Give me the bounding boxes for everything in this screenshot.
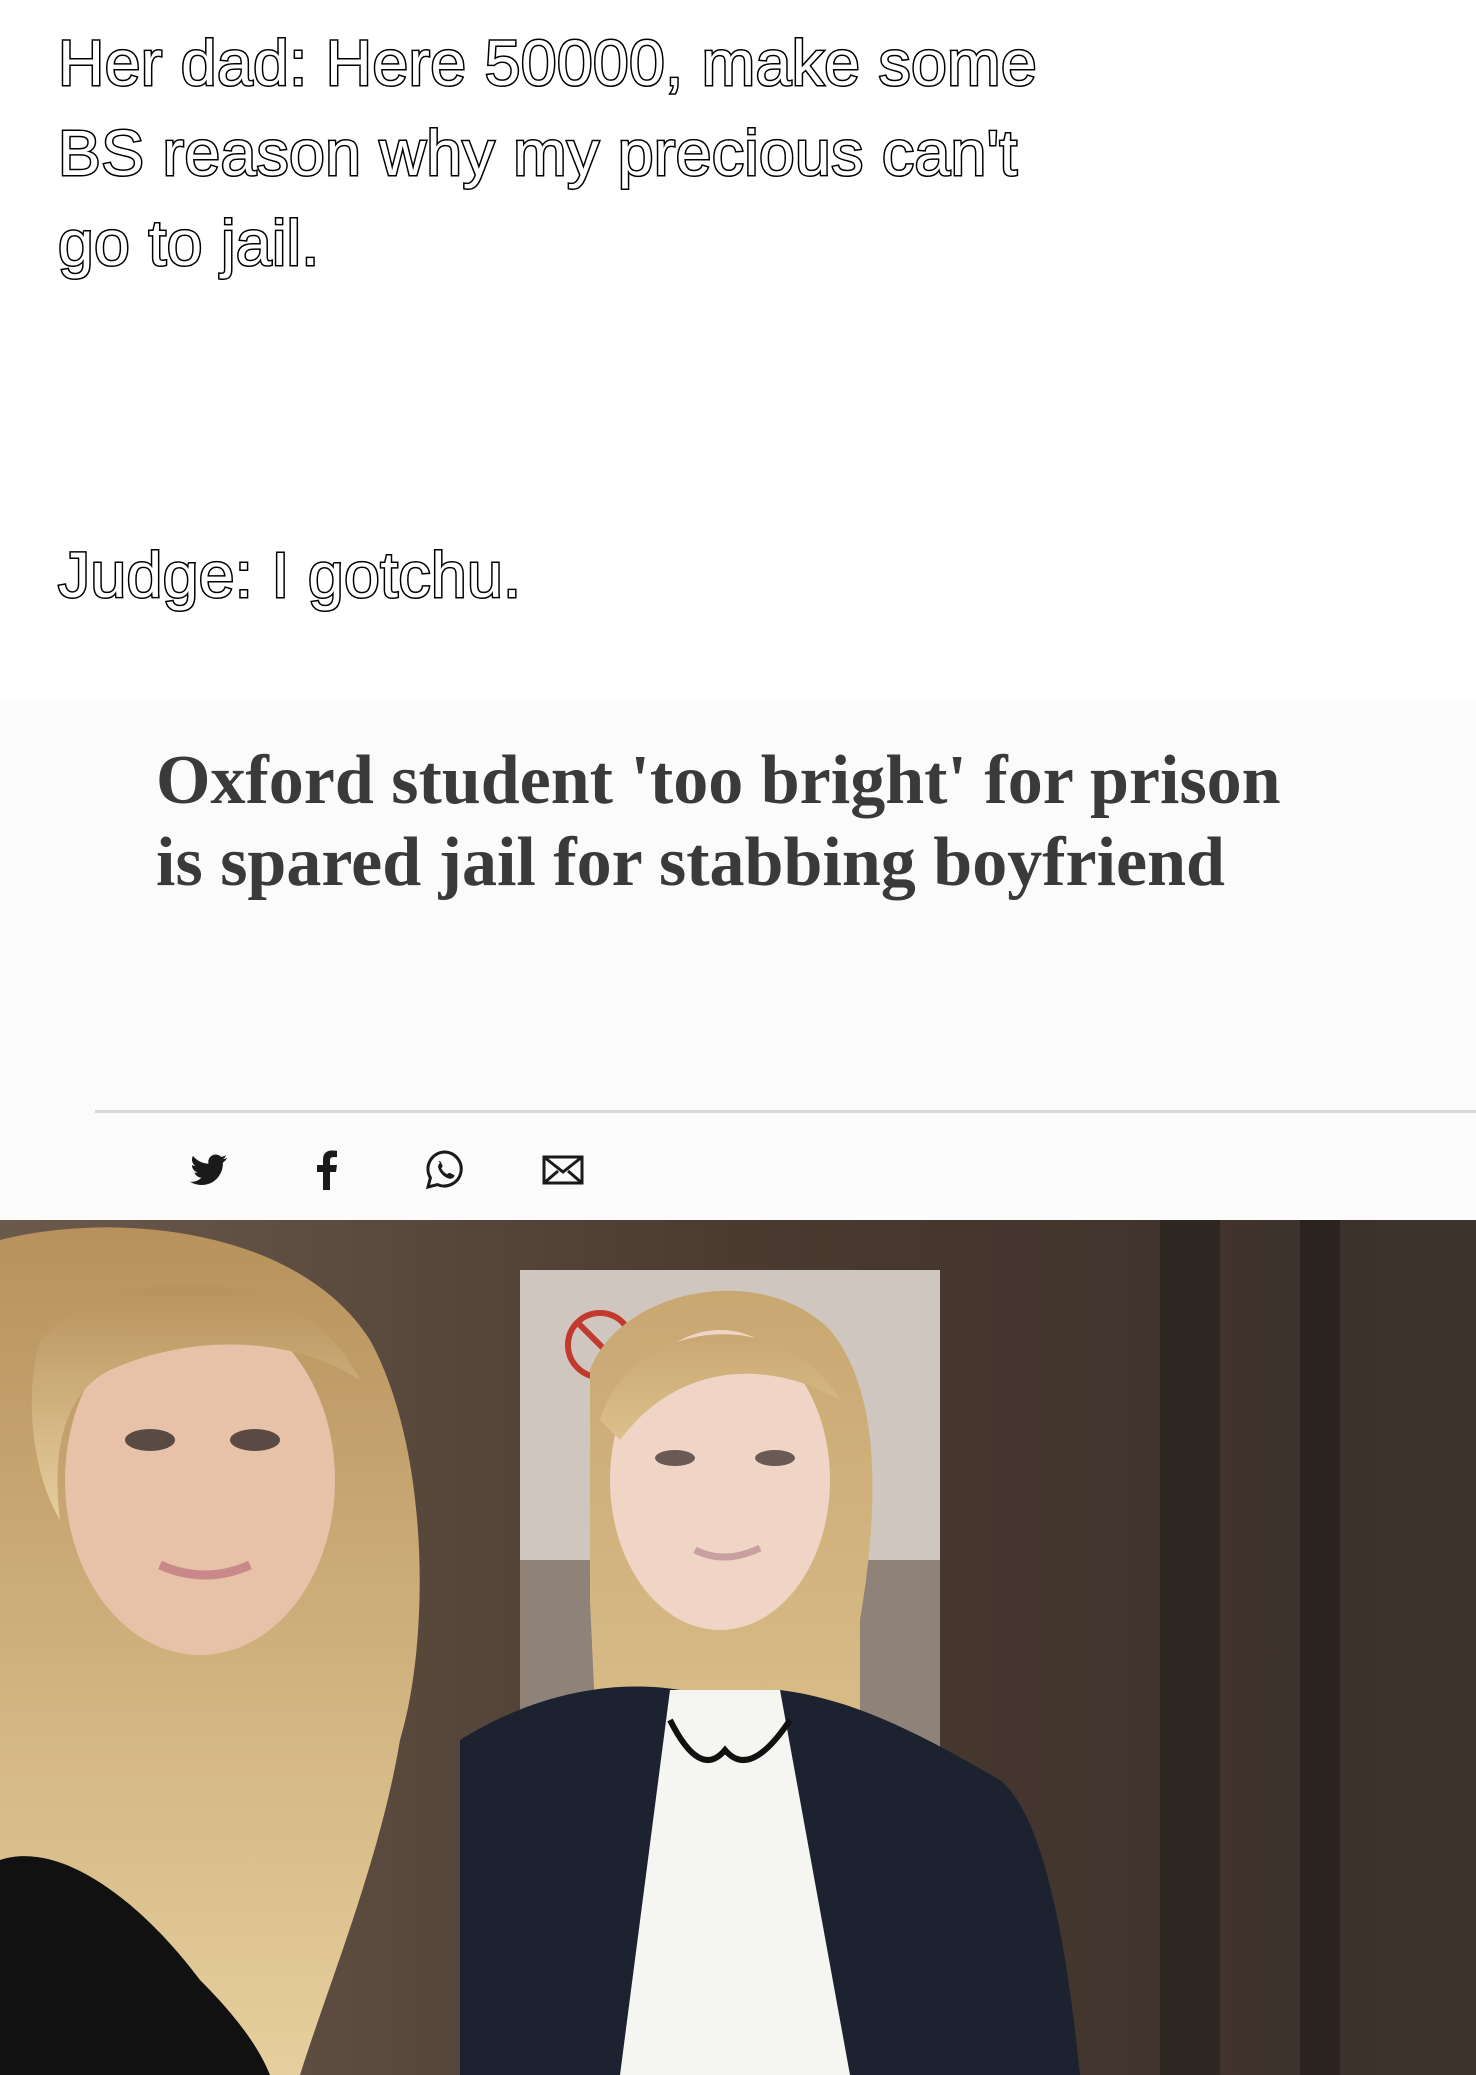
whatsapp-icon[interactable] (421, 1146, 469, 1194)
news-article-screenshot: Oxford student 'too bright' for prison i… (0, 700, 1476, 2075)
share-bar (185, 1140, 587, 1200)
divider (95, 1110, 1476, 1113)
twitter-icon[interactable] (185, 1146, 233, 1194)
article-headline: Oxford student 'too bright' for prison i… (156, 742, 1281, 901)
meme-caption-judge: Judge: I gotchu. (56, 538, 522, 613)
article-photo (0, 1220, 1476, 2075)
email-icon[interactable] (539, 1146, 587, 1194)
meme-caption-top: Her dad: Here 50000, make some BS reason… (57, 26, 1039, 281)
facebook-icon[interactable] (303, 1146, 351, 1194)
